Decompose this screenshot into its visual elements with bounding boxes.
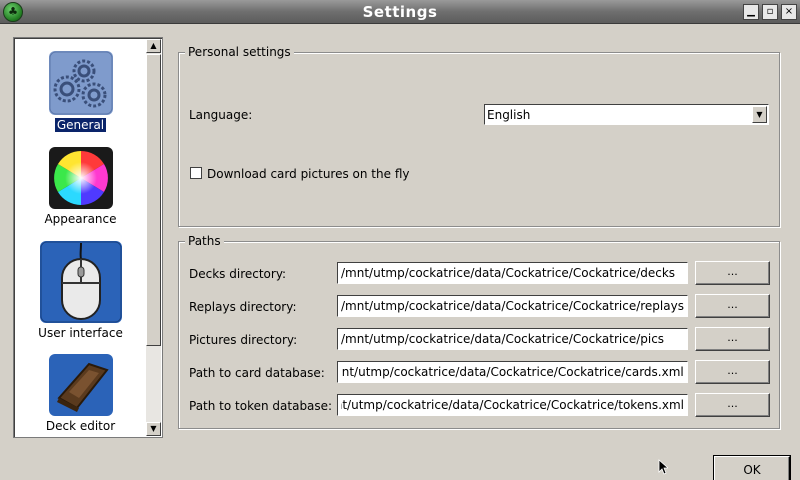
mouse-cursor-icon bbox=[658, 459, 668, 475]
language-select[interactable]: English ▼ bbox=[484, 104, 769, 125]
color-wheel-icon bbox=[48, 147, 113, 209]
chevron-down-icon[interactable]: ▼ bbox=[752, 106, 767, 123]
close-button[interactable]: × bbox=[781, 4, 797, 20]
decks-directory-input[interactable] bbox=[338, 263, 687, 283]
maximize-button[interactable]: ▫ bbox=[762, 4, 778, 20]
sidebar-item-label: Deck editor bbox=[45, 419, 116, 433]
token-database-input[interactable] bbox=[338, 395, 687, 415]
group-title: Paths bbox=[185, 234, 224, 248]
card-database-input[interactable] bbox=[338, 362, 687, 382]
scroll-down-button[interactable]: ▼ bbox=[146, 422, 161, 436]
sidebar-item-label: User interface bbox=[38, 326, 123, 340]
pictures-directory-input[interactable] bbox=[338, 329, 687, 349]
download-pictures-checkbox[interactable] bbox=[190, 167, 202, 179]
decks-directory-field[interactable] bbox=[337, 262, 688, 284]
card-database-field[interactable] bbox=[337, 361, 688, 383]
sidebar-item-general[interactable]: General bbox=[14, 51, 147, 133]
token-database-field[interactable] bbox=[337, 394, 688, 416]
window-title: Settings bbox=[362, 3, 438, 21]
download-pictures-label[interactable]: Download card pictures on the fly bbox=[207, 167, 409, 181]
browse-pictures-button[interactable]: ... bbox=[695, 327, 770, 351]
replays-directory-field[interactable] bbox=[337, 295, 688, 317]
browse-card-database-button[interactable]: ... bbox=[695, 360, 770, 384]
ok-button[interactable]: OK bbox=[714, 456, 790, 480]
personal-settings-group: Personal settings bbox=[178, 45, 780, 227]
decks-directory-label: Decks directory: bbox=[189, 267, 287, 281]
sidebar-item-appearance[interactable]: Appearance bbox=[14, 147, 147, 226]
scroll-up-button[interactable]: ▲ bbox=[146, 39, 161, 53]
sidebar-scrollbar[interactable]: ▲ ▼ bbox=[146, 39, 161, 436]
sidebar-item-label: Appearance bbox=[44, 212, 117, 226]
pictures-directory-field[interactable] bbox=[337, 328, 688, 350]
language-value: English bbox=[487, 108, 531, 122]
browse-decks-button[interactable]: ... bbox=[695, 261, 770, 285]
settings-category-list[interactable]: General Appearance User interface Deck e… bbox=[13, 37, 163, 438]
group-title: Personal settings bbox=[185, 45, 294, 59]
pictures-directory-label: Pictures directory: bbox=[189, 333, 298, 347]
browse-token-database-button[interactable]: ... bbox=[695, 393, 770, 417]
replays-directory-input[interactable] bbox=[338, 296, 687, 316]
minimize-button[interactable]: ▁ bbox=[743, 4, 759, 20]
sidebar-item-label: General bbox=[53, 117, 108, 133]
sidebar-item-user-interface[interactable]: User interface bbox=[14, 241, 147, 340]
mouse-icon bbox=[39, 241, 122, 323]
replays-directory-label: Replays directory: bbox=[189, 300, 297, 314]
gears-icon bbox=[48, 51, 113, 115]
card-database-label: Path to card database: bbox=[189, 366, 325, 380]
browse-replays-button[interactable]: ... bbox=[695, 294, 770, 318]
title-bar[interactable]: ♣ Settings ▁ ▫ × bbox=[0, 0, 800, 24]
sidebar-item-deck-editor[interactable]: Deck editor bbox=[14, 354, 147, 433]
scroll-thumb[interactable] bbox=[146, 54, 161, 346]
deck-icon bbox=[48, 354, 113, 416]
language-label: Language: bbox=[189, 108, 253, 122]
token-database-label: Path to token database: bbox=[189, 399, 333, 413]
